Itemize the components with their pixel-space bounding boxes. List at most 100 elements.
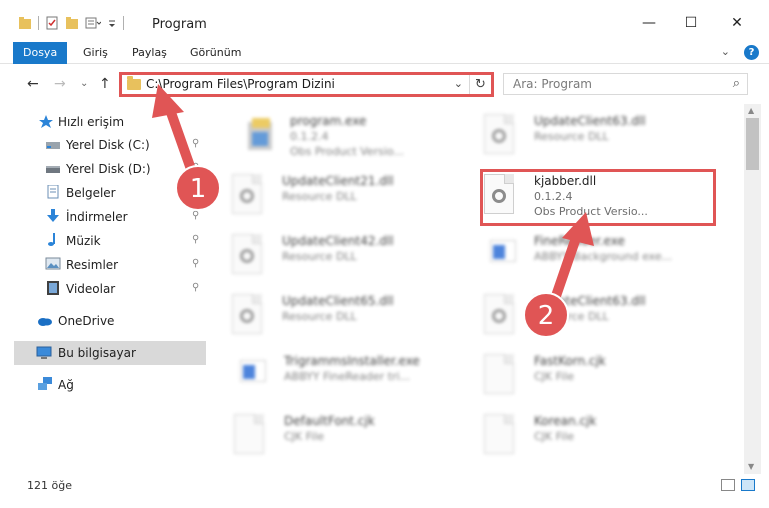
sidebar-item-label: Belgeler: [66, 186, 116, 200]
video-icon: [47, 281, 59, 295]
app-icon: [484, 234, 524, 278]
list-item[interactable]: TrigrammsInstaller.exe ABBYY FineReader …: [228, 346, 478, 402]
new-folder-icon[interactable]: [65, 16, 79, 30]
app-icon: [234, 354, 274, 398]
expand-ribbon-icon[interactable]: ⌄: [721, 45, 730, 60]
sidebar-item-label: Resimler: [66, 258, 119, 272]
back-arrow-icon[interactable]: ←: [27, 76, 39, 92]
drive-icon: [46, 142, 60, 149]
network-icon: [38, 377, 52, 390]
file-description: Resource DLL: [282, 190, 357, 203]
file-version: 0.1.2.4: [290, 130, 329, 143]
pin-icon[interactable]: ⚲: [192, 186, 199, 197]
list-item[interactable]: UpdateClient63.dll Resource DLL: [478, 106, 728, 162]
sidebar-item-label: Ağ: [58, 378, 74, 392]
list-item[interactable]: UpdateClient65.dll Resource DLL: [226, 286, 476, 342]
computer-icon: [36, 346, 52, 359]
pin-icon[interactable]: ⚲: [192, 162, 199, 173]
customize-toolbar-icon[interactable]: [107, 16, 117, 30]
list-item[interactable]: FineReader.exe ABBYY Background exe...: [478, 226, 728, 282]
file-name: program.exe: [290, 114, 367, 128]
file-name: UpdateClient63.dll: [534, 114, 646, 128]
highlight-box: [480, 169, 716, 226]
help-icon[interactable]: ?: [744, 45, 759, 60]
close-button[interactable]: ✕: [717, 10, 757, 36]
search-placeholder: Ara: Program: [513, 77, 592, 91]
tab-file[interactable]: Dosya: [13, 42, 68, 64]
list-item[interactable]: FastKorn.cjk CJK File: [478, 346, 728, 402]
folder-icon: [127, 76, 141, 90]
file-name: UpdateClient42.dll: [282, 234, 394, 248]
view-options-icon[interactable]: [85, 16, 101, 30]
window-title: Program: [152, 17, 207, 32]
sidebar-item-network[interactable]: Ağ: [0, 373, 207, 397]
list-item[interactable]: UpdateClient21.dll Resource DLL: [226, 166, 476, 222]
pin-icon[interactable]: ⚲: [192, 282, 199, 293]
vertical-scrollbar[interactable]: ▲ ▼: [744, 104, 761, 474]
tiles-view-icon[interactable]: [741, 479, 755, 491]
file-icon: [234, 414, 274, 458]
sidebar-item-label: Müzik: [66, 234, 101, 248]
pictures-icon: [45, 257, 61, 270]
download-icon: [47, 209, 59, 222]
chevron-down-icon[interactable]: ⌄: [454, 77, 463, 90]
details-view-icon[interactable]: [721, 479, 735, 491]
music-icon: [48, 233, 55, 246]
list-item[interactable]: program.exe 0.1.2.4 Obs Product Versio..…: [234, 106, 484, 162]
tab-share[interactable]: Paylaş: [122, 42, 177, 64]
file-description: CJK File: [534, 430, 575, 443]
drive-icon: [46, 166, 60, 173]
refresh-icon[interactable]: ↻: [469, 75, 491, 94]
dll-icon: [484, 114, 524, 158]
dll-icon: [232, 234, 272, 278]
minimize-button[interactable]: —: [629, 10, 669, 36]
address-path[interactable]: C:\Program Files\Program Dizini: [146, 77, 335, 91]
sidebar-item-label: Videolar: [66, 282, 116, 296]
address-bar[interactable]: C:\Program Files\Program Dizini ⌄ ↻: [119, 72, 494, 97]
tab-view[interactable]: Görünüm: [180, 42, 251, 64]
toolbar-divider: [123, 16, 124, 30]
installer-icon: [240, 114, 280, 158]
search-input[interactable]: Ara: Program ⌕: [503, 73, 748, 95]
dll-icon: [232, 174, 272, 218]
tab-home[interactable]: Giriş: [73, 42, 118, 64]
maximize-button[interactable]: ☐: [671, 10, 711, 36]
scroll-up-icon[interactable]: ▲: [748, 106, 754, 115]
list-item[interactable]: UpdateClient42.dll Resource DLL: [226, 226, 476, 282]
up-arrow-icon[interactable]: ↑: [99, 76, 111, 92]
file-name: DefaultFont.cjk: [284, 414, 375, 428]
properties-icon[interactable]: [45, 16, 59, 30]
pin-icon[interactable]: ⚲: [192, 258, 199, 269]
sidebar-item-quick-access[interactable]: Hızlı erişim: [0, 110, 207, 134]
sidebar-item-label: Yerel Disk (D:): [66, 162, 151, 176]
folder-icon: [19, 17, 31, 29]
list-item[interactable]: Korean.cjk CJK File: [478, 406, 728, 462]
item-count: 121 öğe: [27, 479, 72, 492]
pin-icon[interactable]: ⚲: [192, 234, 199, 245]
pin-icon[interactable]: ⚲: [192, 138, 199, 149]
sidebar-item-documents[interactable]: Belgeler ⚲: [0, 181, 207, 205]
sidebar-item-local-disk-d[interactable]: Yerel Disk (D:) ⚲: [0, 157, 207, 181]
sidebar-item-onedrive[interactable]: OneDrive: [0, 309, 207, 333]
file-name: UpdateClient63.dll: [534, 294, 646, 308]
recent-locations-icon[interactable]: ⌄: [80, 78, 88, 89]
navigation-pane: Hızlı erişim Yerel Disk (C:) ⚲ Yerel Dis…: [0, 105, 207, 475]
list-item[interactable]: DefaultFont.cjk CJK File: [228, 406, 478, 462]
sidebar-item-downloads[interactable]: İndirmeler ⚲: [0, 205, 207, 229]
pin-icon[interactable]: ⚲: [192, 210, 199, 221]
sidebar-item-videos[interactable]: Videolar ⚲: [0, 277, 207, 301]
sidebar-item-local-disk-c[interactable]: Yerel Disk (C:) ⚲: [0, 133, 207, 157]
forward-arrow-icon[interactable]: →: [54, 76, 66, 92]
list-item[interactable]: UpdateClient63.dll Resource DLL: [478, 286, 728, 342]
sidebar-item-music[interactable]: Müzik ⚲: [0, 229, 207, 253]
file-name: FastKorn.cjk: [534, 354, 606, 368]
ribbon-tabs: Dosya Giriş Paylaş Görünüm ⌄ ?: [0, 42, 769, 64]
scrollbar-thumb[interactable]: [746, 118, 759, 170]
file-description: Resource DLL: [534, 130, 609, 143]
sidebar-item-label: Bu bilgisayar: [58, 346, 136, 360]
scroll-down-icon[interactable]: ▼: [748, 462, 754, 471]
cloud-icon: [38, 318, 52, 326]
sidebar-item-pictures[interactable]: Resimler ⚲: [0, 253, 207, 277]
sidebar-item-this-pc[interactable]: Bu bilgisayar: [14, 341, 206, 365]
search-icon[interactable]: ⌕: [733, 76, 740, 91]
